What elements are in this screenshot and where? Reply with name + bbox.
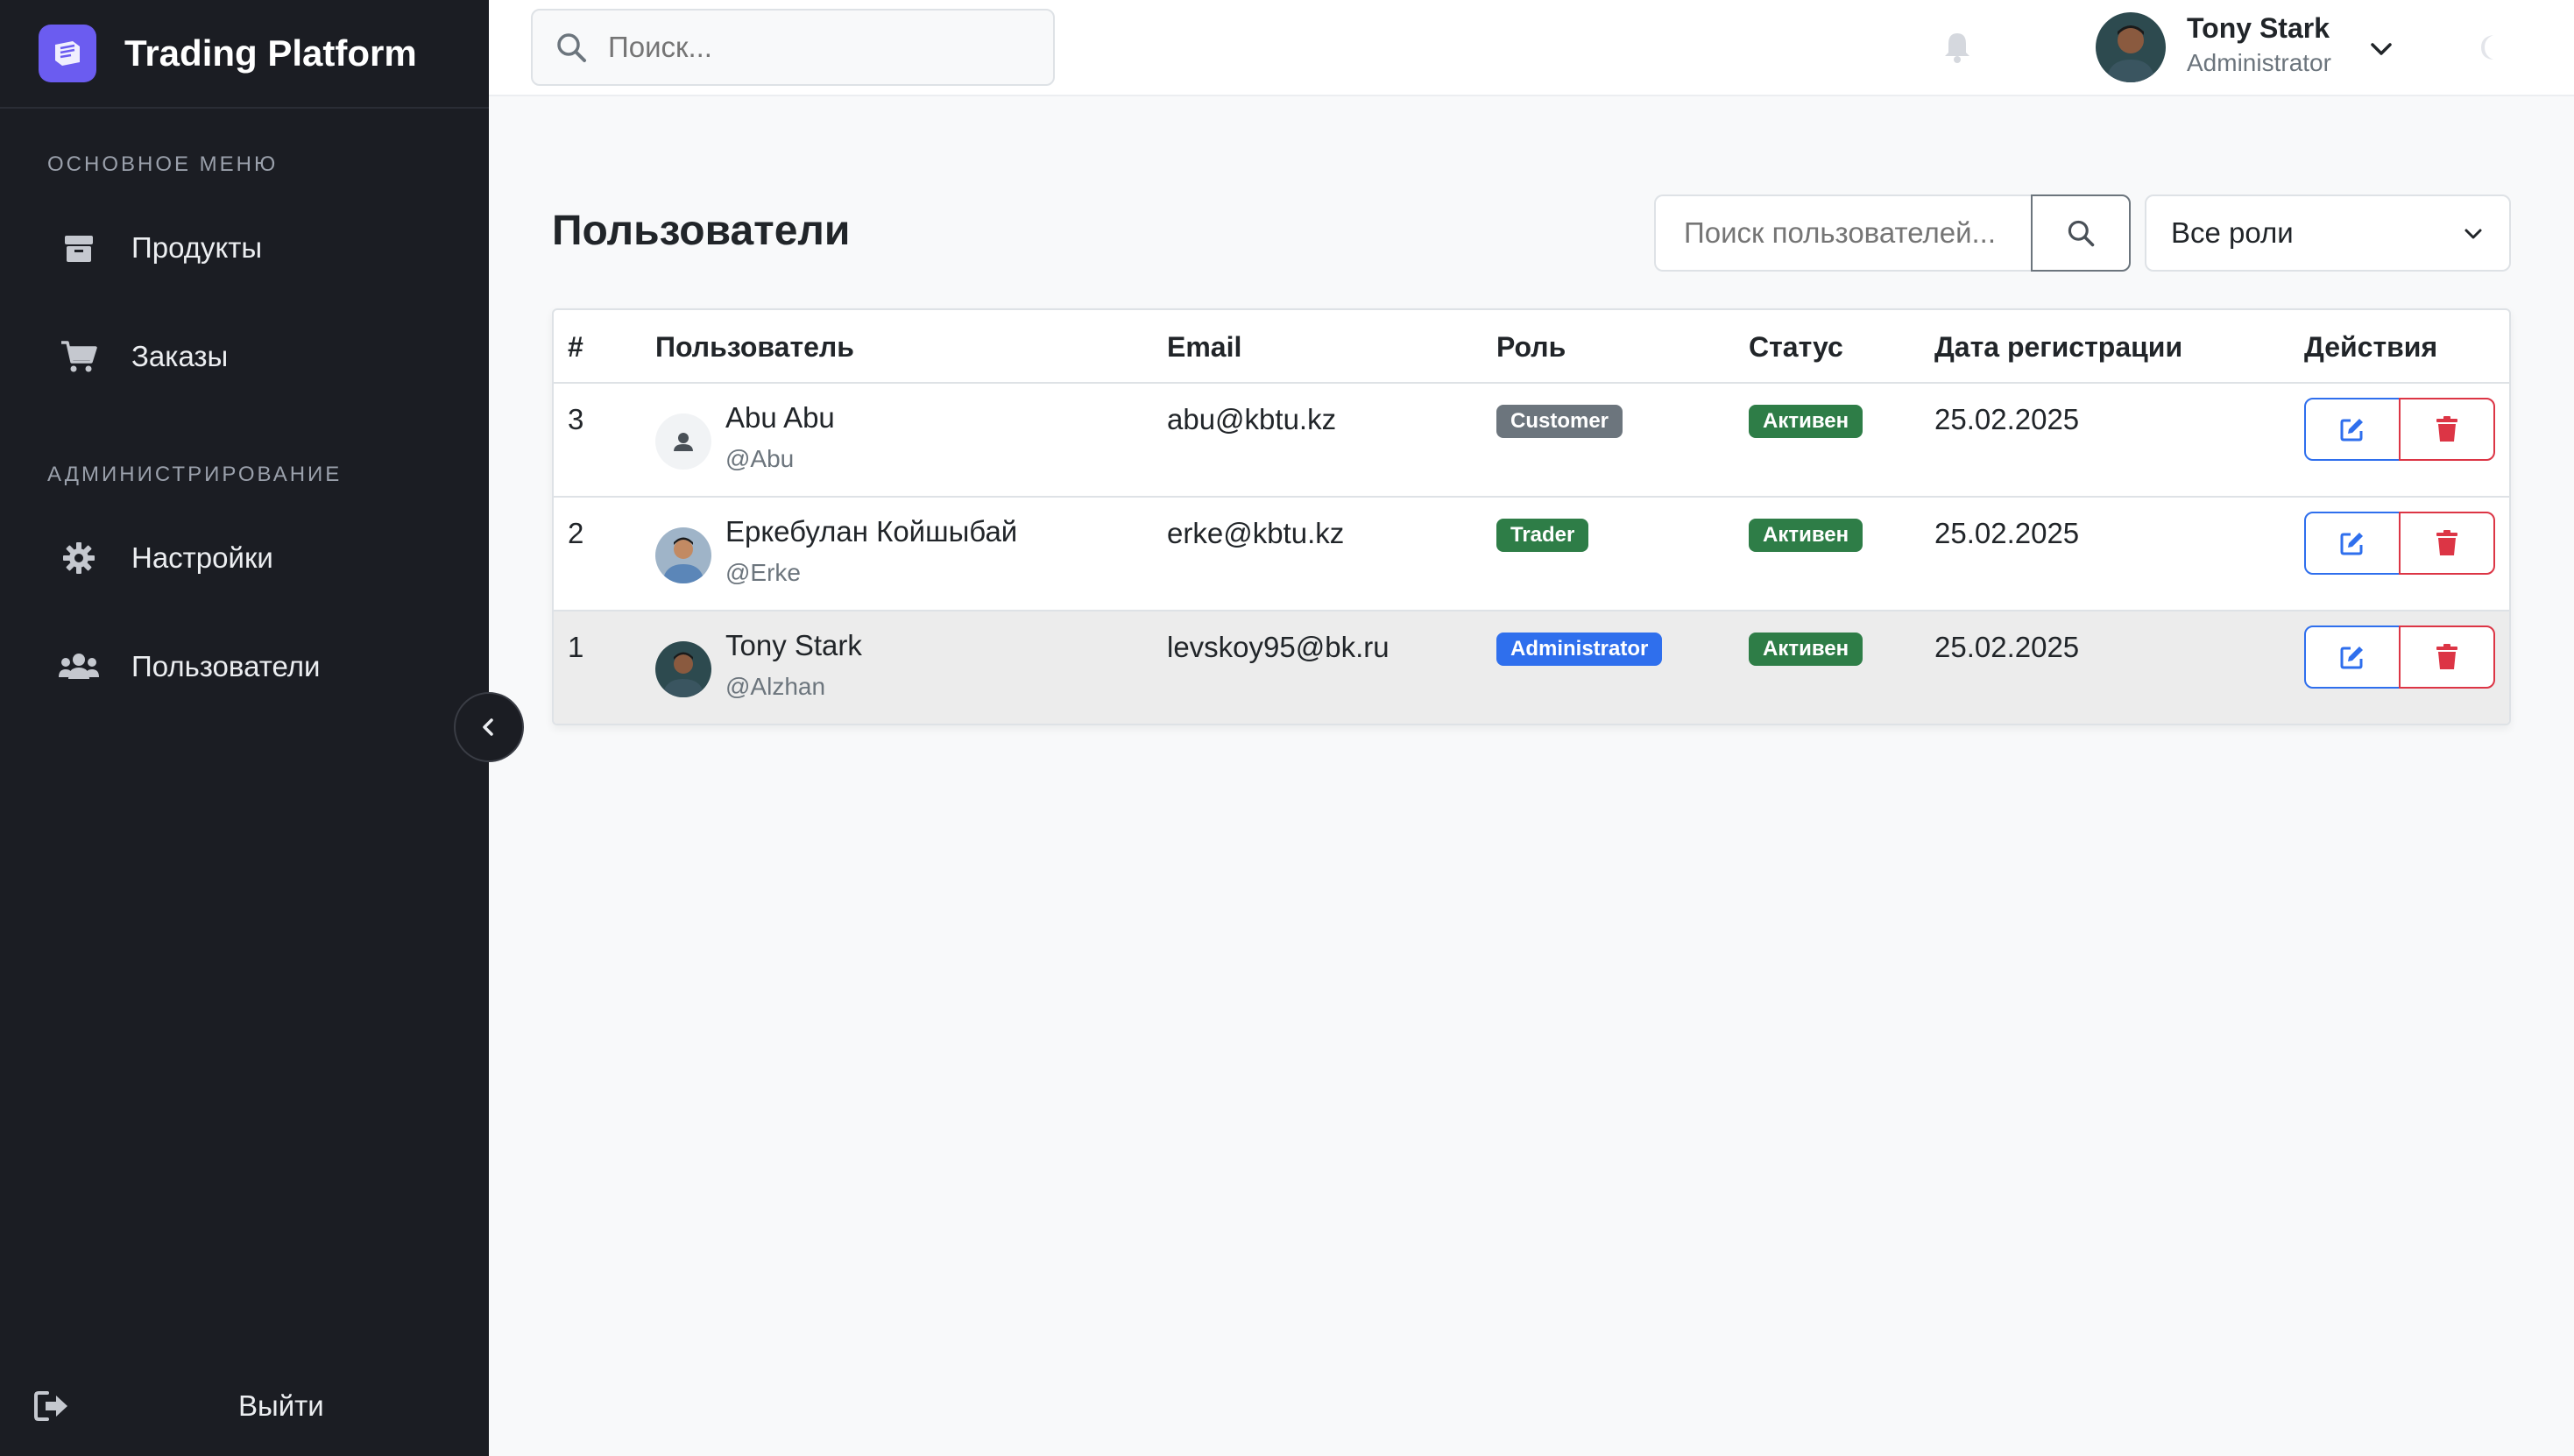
col-header-status: Статус [1749,331,1843,363]
gear-icon [58,537,100,579]
sidebar-item-products[interactable]: Продукты [0,209,489,287]
sidebar-item-label: Настройки [131,541,273,574]
user-photo [655,527,711,583]
row-id: 3 [568,403,584,435]
cart-icon [58,336,100,378]
sidebar-item-settings[interactable]: Настройки [0,519,489,597]
user-handle: @Alzhan [725,673,826,700]
sidebar: Trading Platform Основное меню Продукты … [0,0,489,1456]
edit-icon [2340,647,2363,669]
reg-date: 25.02.2025 [1934,631,2080,663]
user-name: Abu Abu [725,401,835,434]
user-email: levskoy95@bk.ru [1167,631,1390,663]
table-header: # Пользователь Email Роль Статус Дата ре… [554,310,2509,384]
page-title: Пользователи [552,208,851,254]
top-header: Tony Stark Administrator [489,0,2574,96]
chevron-down-icon[interactable] [2364,32,2399,67]
delete-button[interactable] [2399,398,2495,461]
trash-icon [2436,644,2457,669]
moon-icon[interactable] [2474,32,2506,63]
chevron-left-icon [483,718,493,736]
sidebar-item-label: Продукты [131,231,263,264]
row-id: 2 [568,517,584,549]
role-badge: Customer [1496,405,1623,438]
logo-icon [39,25,96,82]
edit-icon [2340,533,2363,555]
box-icon [58,227,100,269]
sidebar-item-orders[interactable]: Заказы [0,317,489,396]
user-photo [655,641,711,697]
reg-date: 25.02.2025 [1934,403,2080,435]
default-avatar-icon [655,413,711,470]
col-header-actions: Действия [2304,331,2438,363]
col-header-id: # [568,331,583,363]
user-email: erke@kbtu.kz [1167,517,1345,549]
notifications-bell-icon[interactable] [1940,30,1975,65]
brand[interactable]: Trading Platform [0,0,489,109]
search-icon [2068,220,2095,247]
logout-icon [32,1386,72,1426]
logout-label: Выйти [238,1389,324,1422]
user-name: Еркебулан Койшыбай [725,515,1018,548]
user-search-input[interactable] [1684,216,2008,250]
col-header-email: Email [1167,331,1242,363]
user-avatar[interactable] [2096,12,2166,82]
user-search-button[interactable] [2031,194,2131,272]
role-filter-select[interactable]: Все роли [2145,194,2511,272]
global-search[interactable] [531,9,1055,86]
sidebar-collapse-button[interactable] [454,692,524,762]
sidebar-item-label: Заказы [131,340,229,372]
sidebar-item-label: Пользователи [131,650,321,682]
user-name: Tony Stark [725,629,862,661]
status-badge: Активен [1749,633,1863,666]
col-header-reg-date: Дата регистрации [1934,331,2183,363]
logout-button[interactable]: Выйти [0,1367,489,1445]
section-admin: Администрирование [47,463,343,486]
col-header-user: Пользователь [655,331,854,363]
col-header-role: Роль [1496,331,1566,363]
edit-button[interactable] [2304,512,2401,575]
table-row[interactable]: 1 Tony Stark @Alzhan levskoy95@bk.ru Adm… [554,611,2509,724]
table-row[interactable]: 2 Еркебулан Койшыбай @Erke erke@kbtu.kz … [554,498,2509,611]
trash-icon [2436,416,2457,442]
role-badge: Trader [1496,519,1589,552]
delete-button[interactable] [2399,626,2495,689]
edit-button[interactable] [2304,398,2401,461]
user-role: Administrator [2187,49,2331,76]
search-icon [554,30,589,65]
edit-button[interactable] [2304,626,2401,689]
user-name: Tony Stark [2187,12,2330,44]
user-handle: @Abu [725,445,795,472]
status-badge: Активен [1749,519,1863,552]
global-search-input[interactable] [608,31,1029,64]
user-email: abu@kbtu.kz [1167,403,1337,435]
user-search-field[interactable] [1654,194,2033,272]
role-filter-value: Все роли [2171,216,2294,249]
status-badge: Активен [1749,405,1863,438]
edit-icon [2340,419,2363,442]
table-row[interactable]: 3 Abu Abu @Abu abu@kbtu.kz Customer Акти… [554,384,2509,498]
reg-date: 25.02.2025 [1934,517,2080,549]
users-icon [58,646,100,688]
row-id: 1 [568,631,584,663]
role-badge: Administrator [1496,633,1663,666]
chevron-down-icon [2458,219,2488,249]
user-handle: @Erke [725,559,801,586]
section-main-menu: Основное меню [47,152,279,176]
sidebar-item-users[interactable]: Пользователи [0,627,489,706]
app-title: Trading Platform [124,32,417,74]
users-table: # Пользователь Email Роль Статус Дата ре… [552,308,2511,725]
trash-icon [2436,530,2457,555]
delete-button[interactable] [2399,512,2495,575]
